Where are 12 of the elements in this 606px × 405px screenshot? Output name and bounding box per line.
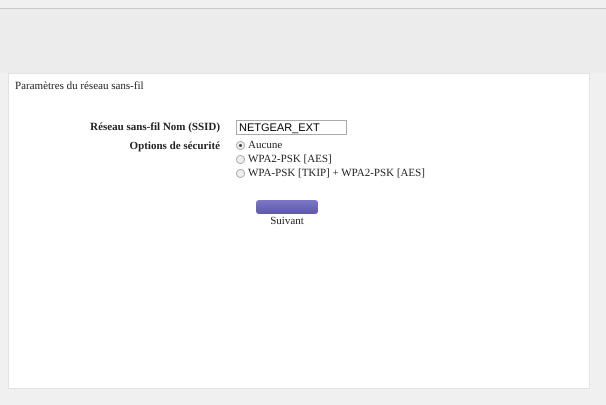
next-label: Suivant [270,214,304,228]
radio-button[interactable] [236,155,245,164]
panel-title: Paramètres du réseau sans-fil [15,80,144,92]
field-label: Réseau sans-fil Nom (SSID) [90,120,220,134]
radio-button[interactable] [236,169,245,178]
radio-button[interactable] [236,141,245,150]
field-label: Options de sécurité [130,139,220,153]
option-label: WPA2-PSK [AES] [248,153,332,166]
option-label: WPA-PSK [TKIP] + WPA2-PSK [AES] [248,167,425,180]
next-button[interactable] [256,200,318,214]
ssid-input[interactable]: NETGEAR_EXT [236,120,347,135]
option-label: Aucune [248,139,282,152]
